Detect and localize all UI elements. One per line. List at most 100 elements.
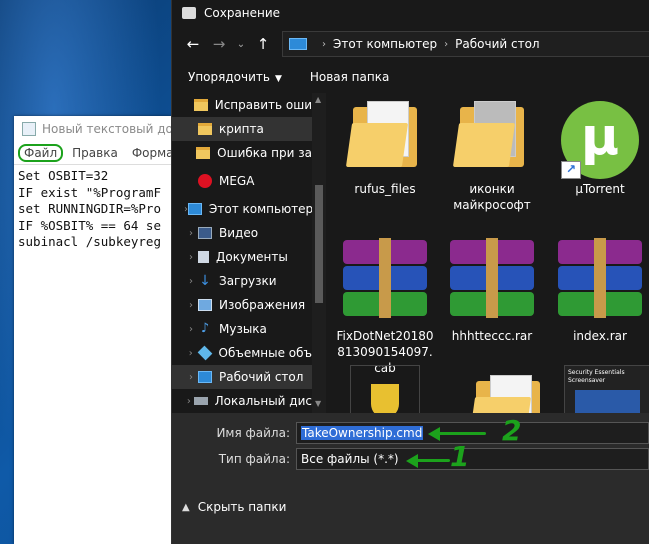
sidebar-item-kripta[interactable]: крипта — [172, 117, 312, 141]
organize-button[interactable]: Упорядочить ▼ — [188, 70, 282, 84]
annotation-arrowhead-icon — [406, 454, 418, 468]
sidebar-item-mega[interactable]: MEGA — [172, 169, 312, 193]
file-item-rufus-files[interactable]: rufus_files — [335, 101, 435, 197]
folder-icon — [196, 147, 211, 159]
expand-chevron-icon[interactable]: › — [184, 252, 198, 263]
sidebar-item-this-pc[interactable]: › Этот компьютер — [172, 197, 312, 221]
back-arrow-icon[interactable]: ← — [180, 35, 206, 53]
file-item-fixdotnet[interactable]: FixDotNet20180813090154097.cab — [335, 238, 435, 376]
file-item-index[interactable]: index.rar — [550, 238, 649, 344]
hide-folders-button[interactable]: ▲ Скрыть папки — [182, 500, 286, 514]
file-item-screensaver[interactable]: Security Essentials Screensaver — [564, 365, 649, 413]
dialog-footer: Имя файла: TakeOwnership.cmd Тип файла: … — [172, 413, 649, 544]
winrar-icon — [339, 238, 431, 318]
computer-icon — [289, 38, 307, 50]
breadcrumb-chevron-icon: › — [322, 38, 326, 50]
shield-icon — [371, 384, 399, 413]
filetype-select[interactable]: Все файлы (*.*) — [296, 448, 649, 470]
file-label: rufus_files — [354, 182, 416, 196]
breadcrumb-chevron-icon: › — [444, 38, 449, 50]
breadcrumb-desktop[interactable]: Рабочий стол — [455, 37, 539, 51]
forward-arrow-icon[interactable]: → — [206, 35, 232, 53]
file-item-hhhtteccc[interactable]: hhhtteccc.rar — [442, 238, 542, 344]
annotation-step-1: 1 — [450, 440, 470, 473]
folder-icon — [452, 101, 528, 167]
sidebar-item-label: MEGA — [219, 174, 255, 188]
computer-icon — [188, 203, 202, 215]
sidebar-item-label: Документы — [216, 250, 288, 264]
expand-chevron-icon[interactable]: › — [184, 324, 198, 335]
expand-chevron-icon[interactable]: › — [184, 300, 198, 311]
sidebar-item-3d-objects[interactable]: › Объемные объ — [172, 341, 312, 365]
menu-file[interactable]: Файл — [18, 144, 64, 162]
images-icon — [198, 299, 212, 311]
recent-dropdown-icon[interactable]: ⌄ — [232, 39, 250, 50]
sidebar-item-label: Исправить оши — [214, 98, 312, 112]
navigation-pane: Исправить оши крипта Ошибка при за MEGA … — [172, 93, 312, 413]
winrar-icon — [554, 238, 646, 318]
up-arrow-icon[interactable]: ↑ — [250, 35, 276, 53]
file-label: hhhtteccc.rar — [451, 329, 533, 343]
sidebar-item-music[interactable]: › ♪ Музыка — [172, 317, 312, 341]
sidebar-item-video[interactable]: › Видео — [172, 221, 312, 245]
sidebar-item-label: Объемные объ — [218, 346, 313, 360]
drive-icon — [193, 397, 208, 405]
sidebar-item-fix-errors[interactable]: Исправить оши — [172, 93, 312, 117]
expand-chevron-icon[interactable]: › — [184, 396, 194, 407]
sidebar-item-desktop[interactable]: › Рабочий стол — [172, 365, 312, 389]
menu-edit[interactable]: Правка — [67, 145, 123, 161]
mega-icon — [198, 174, 212, 188]
annotation-arrow-2 — [434, 432, 486, 435]
sidebar-item-label: Локальный дис — [214, 394, 312, 408]
folder-icon — [468, 375, 544, 413]
sidebar-item-label: Видео — [219, 226, 259, 240]
scroll-up-icon[interactable]: ▲ — [315, 95, 321, 104]
hide-folders-label: Скрыть папки — [197, 500, 287, 514]
file-label: index.rar — [573, 329, 627, 343]
file-item-folder[interactable] — [458, 375, 558, 413]
navigation-scrollbar[interactable]: ▲ ▼ — [312, 93, 326, 413]
shortcut-arrow-icon: ↗ — [561, 161, 581, 179]
dialog-toolbar: Упорядочить ▼ Новая папка — [172, 62, 649, 92]
notepad-icon — [22, 122, 36, 136]
folder-icon — [193, 99, 208, 111]
scroll-down-icon[interactable]: ▼ — [315, 399, 321, 408]
scrollbar-thumb[interactable] — [315, 185, 323, 303]
filetype-value: Все файлы (*.*) — [301, 452, 399, 466]
file-item-utorrent[interactable]: µ ↗ µTorrent — [550, 101, 649, 197]
navigation-bar: ← → ⌄ ↑ › Этот компьютер › Рабочий стол — [172, 26, 649, 62]
folder-icon — [198, 123, 212, 135]
folder-icon — [345, 101, 421, 167]
3d-objects-icon — [197, 345, 212, 361]
downloads-icon: ↓ — [199, 273, 211, 289]
sidebar-item-downloads[interactable]: › ↓ Загрузки — [172, 269, 312, 293]
file-item-icons[interactable]: иконки майкрософт — [442, 101, 542, 213]
sidebar-item-local-disk[interactable]: › Локальный дис — [172, 389, 312, 413]
sidebar-item-label: Музыка — [219, 322, 267, 336]
address-bar[interactable]: › Этот компьютер › Рабочий стол — [282, 31, 649, 57]
expand-chevron-icon[interactable]: › — [184, 372, 198, 383]
sidebar-item-label: Загрузки — [219, 274, 277, 288]
expand-chevron-icon[interactable]: › — [184, 276, 198, 287]
file-label: иконки майкрософт — [453, 182, 531, 212]
documents-icon — [198, 251, 209, 263]
sidebar-item-label: Изображения — [219, 298, 306, 312]
save-dialog: Сохранение ← → ⌄ ↑ › Этот компьютер › Ра… — [172, 0, 649, 544]
expand-chevron-icon[interactable]: › — [184, 228, 198, 239]
sidebar-item-documents[interactable]: › Документы — [172, 245, 312, 269]
sidebar-item-images[interactable]: › Изображения — [172, 293, 312, 317]
file-label: µTorrent — [575, 182, 625, 196]
file-item-shield[interactable] — [350, 365, 420, 413]
expand-chevron-icon[interactable]: › — [184, 348, 198, 359]
new-folder-button[interactable]: Новая папка — [310, 70, 389, 84]
breadcrumb-this-pc[interactable]: Этот компьютер — [333, 37, 437, 51]
filename-value: TakeOwnership.cmd — [301, 426, 424, 440]
sidebar-item-label: Этот компьютер — [209, 202, 312, 216]
sidebar-item-error[interactable]: Ошибка при за — [172, 141, 312, 165]
organize-label: Упорядочить — [188, 70, 270, 84]
annotation-arrowhead-icon — [428, 427, 440, 441]
dialog-title: Сохранение — [204, 6, 281, 20]
notepad-title: Новый текстовый доку — [42, 122, 188, 136]
music-icon: ♪ — [200, 321, 210, 336]
save-dialog-icon — [182, 7, 196, 19]
